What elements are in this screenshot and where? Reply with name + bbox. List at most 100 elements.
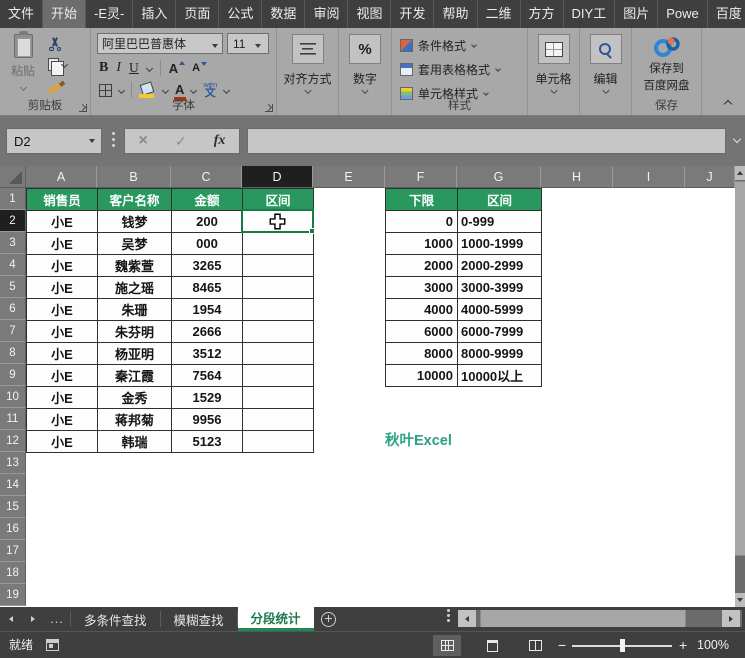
column-header-B[interactable]: B	[97, 166, 171, 188]
active-cell-selection[interactable]	[241, 209, 314, 233]
table1-cell-r4c1[interactable]: 魏紫萱	[98, 255, 172, 277]
table2-interval-1[interactable]: 1000-1999	[458, 233, 542, 255]
menu-tab-8[interactable]: 审阅	[305, 0, 348, 28]
menu-tab-4[interactable]: 插入	[133, 0, 176, 28]
table2-interval-3[interactable]: 3000-3999	[458, 277, 542, 299]
table1-cell-r8c2[interactable]: 3512	[172, 343, 243, 365]
row-header-5[interactable]: 5	[0, 276, 26, 298]
table2-lower-2[interactable]: 2000	[386, 255, 458, 277]
bold-button[interactable]: B	[99, 60, 108, 76]
font-dialog-launcher-icon[interactable]	[265, 104, 273, 112]
table1-cell-r5c3[interactable]	[243, 277, 314, 299]
normal-view-button[interactable]	[433, 635, 461, 656]
column-header-D[interactable]: D	[242, 166, 313, 188]
table1-cell-r4c2[interactable]: 3265	[172, 255, 243, 277]
name-box-dropdown-icon[interactable]	[83, 139, 101, 143]
row-header-15[interactable]: 15	[0, 496, 26, 518]
menu-tab-5[interactable]: 页面	[176, 0, 219, 28]
row-header-7[interactable]: 7	[0, 320, 26, 342]
table1-cell-r8c0[interactable]: 小E	[27, 343, 98, 365]
shrink-font-button[interactable]: A	[192, 62, 206, 74]
row-header-10[interactable]: 10	[0, 386, 26, 408]
table1-cell-r3c1[interactable]: 吴梦	[98, 233, 172, 255]
row-header-3[interactable]: 3	[0, 232, 26, 254]
table2-lower-0[interactable]: 0	[386, 211, 458, 233]
column-header-G[interactable]: G	[457, 166, 541, 188]
sheet-tab-3[interactable]: 分段统计	[238, 607, 314, 631]
menu-tab-9[interactable]: 视图	[348, 0, 391, 28]
column-header-I[interactable]: I	[613, 166, 685, 188]
page-break-view-button[interactable]	[521, 635, 549, 656]
row-header-12[interactable]: 12	[0, 430, 26, 452]
row-header-9[interactable]: 9	[0, 364, 26, 386]
underline-chevron-icon[interactable]	[146, 64, 153, 71]
page-layout-view-button[interactable]	[478, 635, 506, 656]
sheet-tab-2[interactable]: 模糊查找	[161, 607, 237, 631]
menu-tab-2[interactable]: 开始	[43, 0, 86, 28]
column-header-J[interactable]: J	[685, 166, 735, 188]
clipboard-dialog-launcher-icon[interactable]	[79, 104, 87, 112]
conditional-formatting-button[interactable]: 条件格式	[400, 36, 476, 54]
fill-color-icon[interactable]	[139, 83, 156, 98]
table1-cell-r7c0[interactable]: 小E	[27, 321, 98, 343]
alignment-chevron-icon[interactable]	[304, 87, 311, 94]
scroll-right-icon[interactable]	[722, 610, 740, 627]
row-header-13[interactable]: 13	[0, 452, 26, 474]
font-color-button[interactable]: A	[175, 82, 184, 99]
table1-cell-r4c0[interactable]: 小E	[27, 255, 98, 277]
menu-tab-17[interactable]: 百度	[708, 0, 745, 28]
column-header-F[interactable]: F	[385, 166, 457, 188]
editing-chevron-icon[interactable]	[602, 87, 609, 94]
row-header-1[interactable]: 1	[0, 188, 26, 210]
scroll-down-icon[interactable]	[735, 593, 745, 607]
font-size-dropdown-icon[interactable]	[255, 37, 268, 51]
table1-cell-r12c0[interactable]: 小E	[27, 431, 98, 453]
scroll-left-icon[interactable]	[458, 610, 476, 627]
column-header-H[interactable]: H	[541, 166, 613, 188]
menu-tab-6[interactable]: 公式	[219, 0, 262, 28]
table1-cell-r11c3[interactable]	[243, 409, 314, 431]
row-header-17[interactable]: 17	[0, 540, 26, 562]
table1-cell-r3c0[interactable]: 小E	[27, 233, 98, 255]
table1-cell-r11c0[interactable]: 小E	[27, 409, 98, 431]
menu-tab-10[interactable]: 开发	[391, 0, 434, 28]
collapse-ribbon-icon[interactable]	[724, 100, 732, 108]
table1-cell-r9c0[interactable]: 小E	[27, 365, 98, 387]
font-size-select[interactable]: 11	[227, 33, 269, 54]
column-header-A[interactable]: A	[26, 166, 97, 188]
column-header-E[interactable]: E	[313, 166, 385, 188]
table2-lower-1[interactable]: 1000	[386, 233, 458, 255]
font-name-select[interactable]: 阿里巴巴普惠体	[97, 33, 223, 54]
table1-header-3[interactable]: 区间	[243, 189, 314, 211]
table1-cell-r8c1[interactable]: 杨亚明	[98, 343, 172, 365]
table2-lower-5[interactable]: 6000	[386, 321, 458, 343]
table1-cell-r4c3[interactable]	[243, 255, 314, 277]
menu-tab-3[interactable]: -E灵-	[86, 0, 133, 28]
font-color-chevron-icon[interactable]	[190, 86, 197, 93]
table2-interval-2[interactable]: 2000-2999	[458, 255, 542, 277]
row-header-19[interactable]: 19	[0, 584, 26, 606]
table1-cell-r6c0[interactable]: 小E	[27, 299, 98, 321]
fill-color-chevron-icon[interactable]	[162, 86, 169, 93]
table2-interval-6[interactable]: 8000-9999	[458, 343, 542, 365]
row-header-8[interactable]: 8	[0, 342, 26, 364]
sheet-tab-1[interactable]: 多条件查找	[71, 607, 160, 631]
table1-cell-r9c2[interactable]: 7564	[172, 365, 243, 387]
number-button[interactable]: %	[349, 34, 381, 64]
cells-button[interactable]	[538, 34, 570, 64]
cancel-button[interactable]: ×	[139, 132, 148, 150]
table1-cell-r9c1[interactable]: 秦江霞	[98, 365, 172, 387]
row-header-14[interactable]: 14	[0, 474, 26, 496]
table1-header-0[interactable]: 销售员	[27, 189, 98, 211]
table2-header-1[interactable]: 区间	[458, 189, 542, 211]
row-header-6[interactable]: 6	[0, 298, 26, 320]
borders-icon[interactable]	[99, 84, 112, 97]
table1-cell-r10c1[interactable]: 金秀	[98, 387, 172, 409]
table1-cell-r12c2[interactable]: 5123	[172, 431, 243, 453]
table1-cell-r11c2[interactable]: 9956	[172, 409, 243, 431]
phonetic-chevron-icon[interactable]	[223, 86, 230, 93]
table1-cell-r7c2[interactable]: 2666	[172, 321, 243, 343]
alignment-button[interactable]	[292, 34, 324, 64]
table1-cell-r10c2[interactable]: 1529	[172, 387, 243, 409]
watermark-text[interactable]: 秋叶Excel	[385, 430, 452, 452]
